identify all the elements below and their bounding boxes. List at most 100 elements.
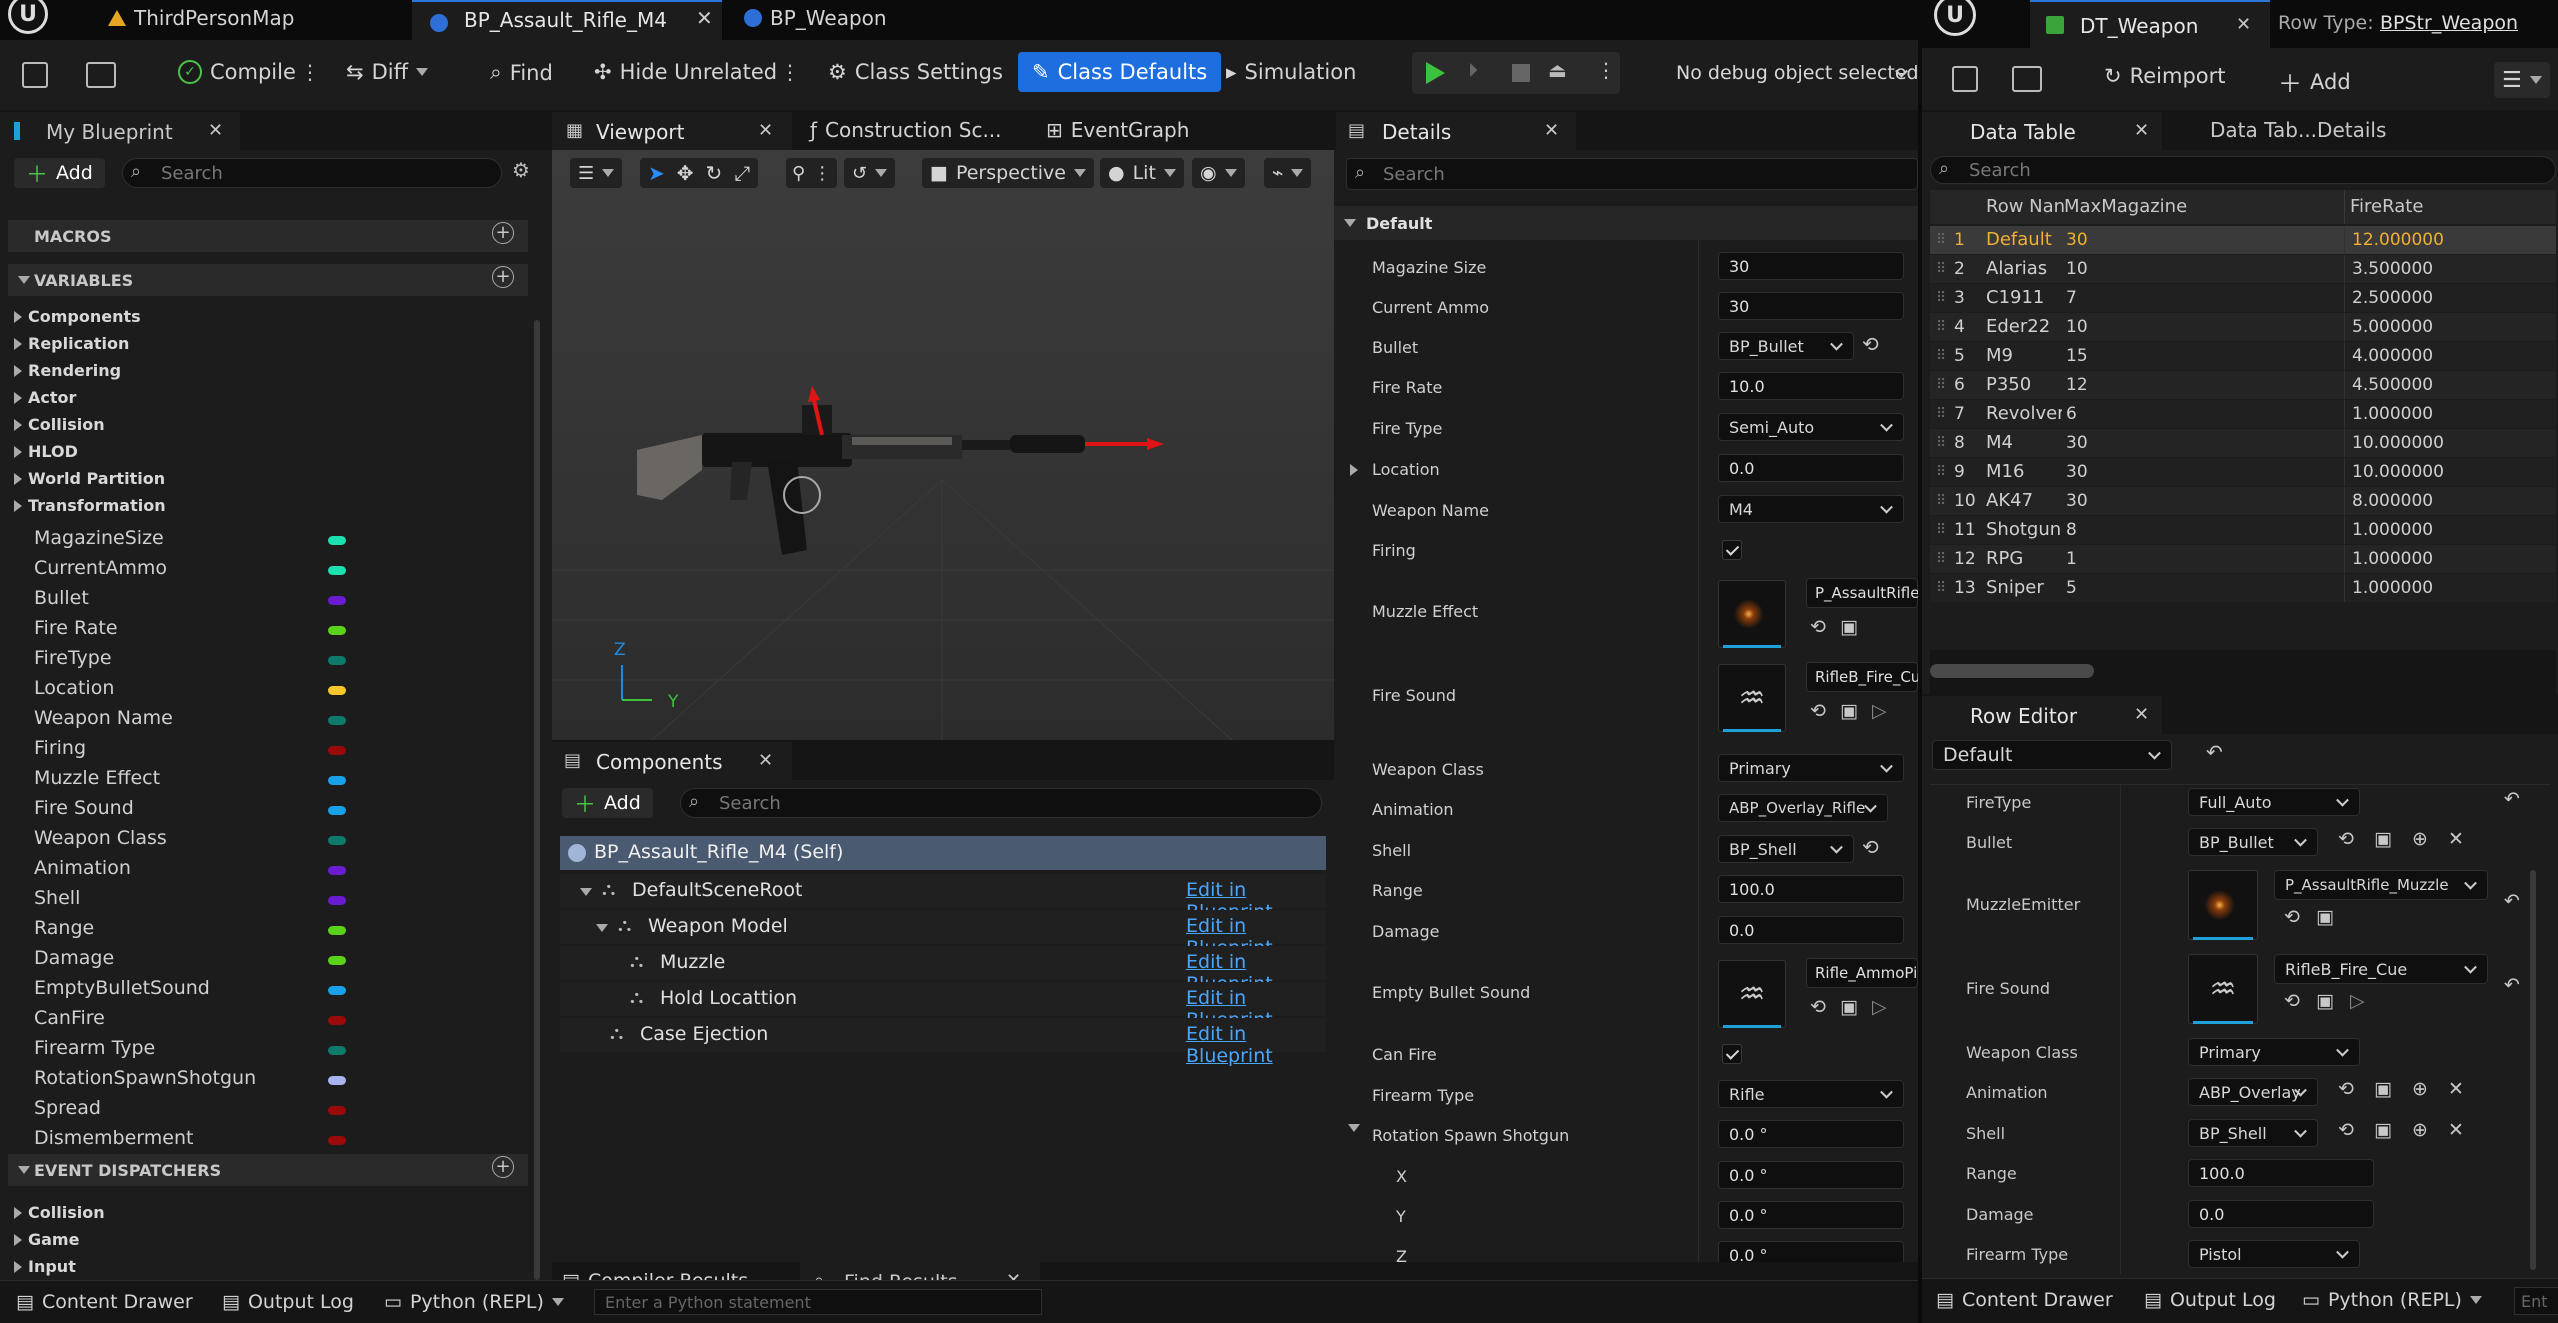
variable-item[interactable]: FireType	[8, 646, 528, 674]
drag-handle-icon[interactable]: ⠿	[1936, 290, 1946, 306]
z-field[interactable]: 0.0 °	[1718, 1241, 1904, 1262]
reset-icon[interactable]: ↶	[2504, 788, 2520, 810]
re-range-field[interactable]: 100.0	[2188, 1159, 2374, 1187]
folder-icon[interactable]: ▣	[2374, 1119, 2392, 1141]
tab-viewport[interactable]: ▦ Viewport ✕	[552, 112, 792, 150]
variable-category[interactable]: Transformation	[8, 493, 528, 519]
row-editor-tab[interactable]: Row Editor ✕	[1922, 696, 2162, 734]
variable-item[interactable]: Fire Rate	[8, 616, 528, 644]
dispatcher-category[interactable]: Collision	[8, 1200, 528, 1226]
folder-icon[interactable]: ▣	[2316, 906, 2334, 928]
variable-item[interactable]: EmptyBulletSound	[8, 976, 528, 1004]
browse-icon[interactable]: ⟲	[1810, 700, 1826, 722]
macros-header[interactable]: MACROS +	[8, 220, 528, 252]
close-icon[interactable]: ✕	[1544, 120, 1559, 141]
content-drawer-button[interactable]: ▤ Content Drawer	[1936, 1289, 2113, 1311]
column-header[interactable]: MaxMagazine	[2064, 196, 2187, 217]
variable-item[interactable]: Weapon Name	[8, 706, 528, 734]
component-self-row[interactable]: BP_Assault_Rifle_M4 (Self)	[560, 836, 1326, 870]
step-icon[interactable]: ⏵	[1468, 58, 1478, 82]
clear-icon[interactable]: ✕	[2448, 1119, 2464, 1141]
reset-icon[interactable]: ↶	[2504, 890, 2520, 912]
browse-icon[interactable]: ⟲	[1810, 996, 1826, 1018]
browse-icon[interactable]	[2012, 66, 2042, 92]
muzzle-effect-asset[interactable]: P_AssaultRifle	[1806, 578, 1918, 608]
viewport-canvas[interactable]: Z Y	[552, 150, 1334, 740]
lit-button[interactable]: ● Lit	[1100, 158, 1184, 188]
browse-icon[interactable]: ⟲	[2338, 828, 2354, 850]
browse-icon[interactable]: ⟲	[1810, 616, 1826, 638]
output-log-button[interactable]: ▤ Output Log	[222, 1291, 354, 1313]
table-row[interactable]: ⠿ 8 M4 30 10.000000	[1930, 429, 2556, 457]
show-button[interactable]: ◉	[1192, 158, 1245, 188]
more-options-icon[interactable]: ⋮	[780, 60, 800, 84]
variable-category[interactable]: World Partition	[8, 466, 528, 492]
firearm-type-select[interactable]: Rifle	[1718, 1080, 1904, 1108]
re-shell-select[interactable]: BP_Shell	[2188, 1119, 2318, 1147]
tab-data-table[interactable]: Data Table ✕	[1922, 112, 2162, 150]
tab-bp-weapon[interactable]: BP_Weapon	[744, 6, 887, 30]
reset-icon[interactable]: ↶	[2206, 740, 2223, 764]
gear-icon[interactable]: ⚙	[512, 158, 530, 182]
folder-icon[interactable]: ▣	[1840, 616, 1858, 638]
muzzle-effect-thumbnail[interactable]	[1718, 580, 1786, 648]
realtime-button[interactable]: ↺	[844, 158, 896, 188]
re-weapon-class-select[interactable]: Primary	[2188, 1038, 2360, 1066]
browse-icon[interactable]: ⟲	[2284, 906, 2300, 928]
browse-icon[interactable]: ⟲	[2338, 1078, 2354, 1100]
stop-icon[interactable]	[1512, 64, 1530, 82]
scrollbar[interactable]	[2530, 870, 2536, 1270]
chevron-down-icon[interactable]	[1348, 1124, 1360, 1132]
table-row[interactable]: ⠿ 6 P350 12 4.500000	[1930, 371, 2556, 399]
table-row[interactable]: ⠿ 12 RPG 1 1.000000	[1930, 545, 2556, 573]
variable-item[interactable]: Shell	[8, 886, 528, 914]
re-fire-sound-select[interactable]: RifleB_Fire_Cue	[2274, 954, 2488, 984]
reimport-button[interactable]: ↻ Reimport	[2104, 64, 2226, 88]
table-row[interactable]: ⠿ 2 Alarias 10 3.500000	[1930, 255, 2556, 283]
add-macro-icon[interactable]: +	[492, 222, 514, 244]
component-row[interactable]: ⛬DefaultSceneRootEdit in Blueprint	[560, 874, 1326, 923]
firing-checkbox[interactable]	[1722, 540, 1742, 560]
variables-header[interactable]: VARIABLES +	[8, 264, 528, 296]
location-field[interactable]: 0.0	[1718, 454, 1904, 482]
compile-options-icon[interactable]: ⋮	[300, 60, 320, 84]
add-row-button[interactable]: ＋ Add	[2278, 64, 2351, 99]
folder-icon[interactable]: ▣	[1840, 700, 1858, 722]
table-row[interactable]: ⠿ 11 Shotgun 8 1.000000	[1930, 516, 2556, 544]
variable-item[interactable]: Muzzle Effect	[8, 766, 528, 794]
table-row[interactable]: ⠿ 13 Sniper 5 1.000000	[1930, 574, 2556, 602]
drag-handle-icon[interactable]: ⠿	[1936, 319, 1946, 335]
python-repl-button[interactable]: ▭ Python (REPL)	[384, 1291, 564, 1313]
event-dispatchers-header[interactable]: EVENT DISPATCHERS +	[8, 1154, 528, 1186]
close-icon[interactable]: ✕	[208, 120, 223, 141]
python-command-input[interactable]: Enter a Python statement	[594, 1289, 1042, 1315]
variable-item[interactable]: Weapon Class	[8, 826, 528, 854]
scrollbar[interactable]	[534, 320, 540, 1280]
table-row[interactable]: ⠿ 7 Revolver 6 1.000000	[1930, 400, 2556, 428]
empty-bullet-sound-thumbnail[interactable]: ♒	[1718, 960, 1786, 1028]
variable-item[interactable]: Firing	[8, 736, 528, 764]
hide-unrelated-button[interactable]: ✣ Hide Unrelated	[594, 60, 777, 84]
tab-bp-assault-rifle[interactable]: BP_Assault_Rifle_M4 ✕	[412, 0, 722, 40]
play-sound-icon[interactable]: ▷	[2350, 990, 2365, 1012]
drag-handle-icon[interactable]: ⠿	[1936, 580, 1946, 596]
close-icon[interactable]: ✕	[758, 120, 773, 141]
content-drawer-button[interactable]: ▤ Content Drawer	[16, 1291, 193, 1313]
component-row[interactable]: ⛬Hold LocattionEdit in Blueprint	[560, 982, 1326, 1031]
edit-in-blueprint-link[interactable]: Edit in Blueprint	[1186, 1023, 1326, 1067]
variable-item[interactable]: Spread	[8, 1096, 528, 1124]
fire-rate-field[interactable]: 10.0	[1718, 372, 1904, 400]
variable-item[interactable]: MagazineSize	[8, 526, 528, 554]
drag-handle-icon[interactable]: ⠿	[1936, 377, 1946, 393]
components-tab[interactable]: ▤ Components ✕	[552, 742, 792, 780]
fire-sound-thumbnail[interactable]: ♒	[1718, 664, 1786, 732]
chevron-right-icon[interactable]	[1350, 464, 1358, 476]
dispatcher-category[interactable]: Input	[8, 1254, 528, 1280]
dispatcher-category[interactable]: Game	[8, 1227, 528, 1253]
viewport-options-button[interactable]: ☰	[570, 158, 623, 188]
tab-data-table-details[interactable]: Data Tab...Details	[2210, 118, 2386, 142]
scale-icon[interactable]: ⤢	[734, 161, 750, 185]
variable-item[interactable]: Firearm Type	[8, 1036, 528, 1064]
variable-category[interactable]: Rendering	[8, 358, 528, 384]
python-repl-button[interactable]: ▭ Python (REPL)	[2302, 1289, 2482, 1311]
